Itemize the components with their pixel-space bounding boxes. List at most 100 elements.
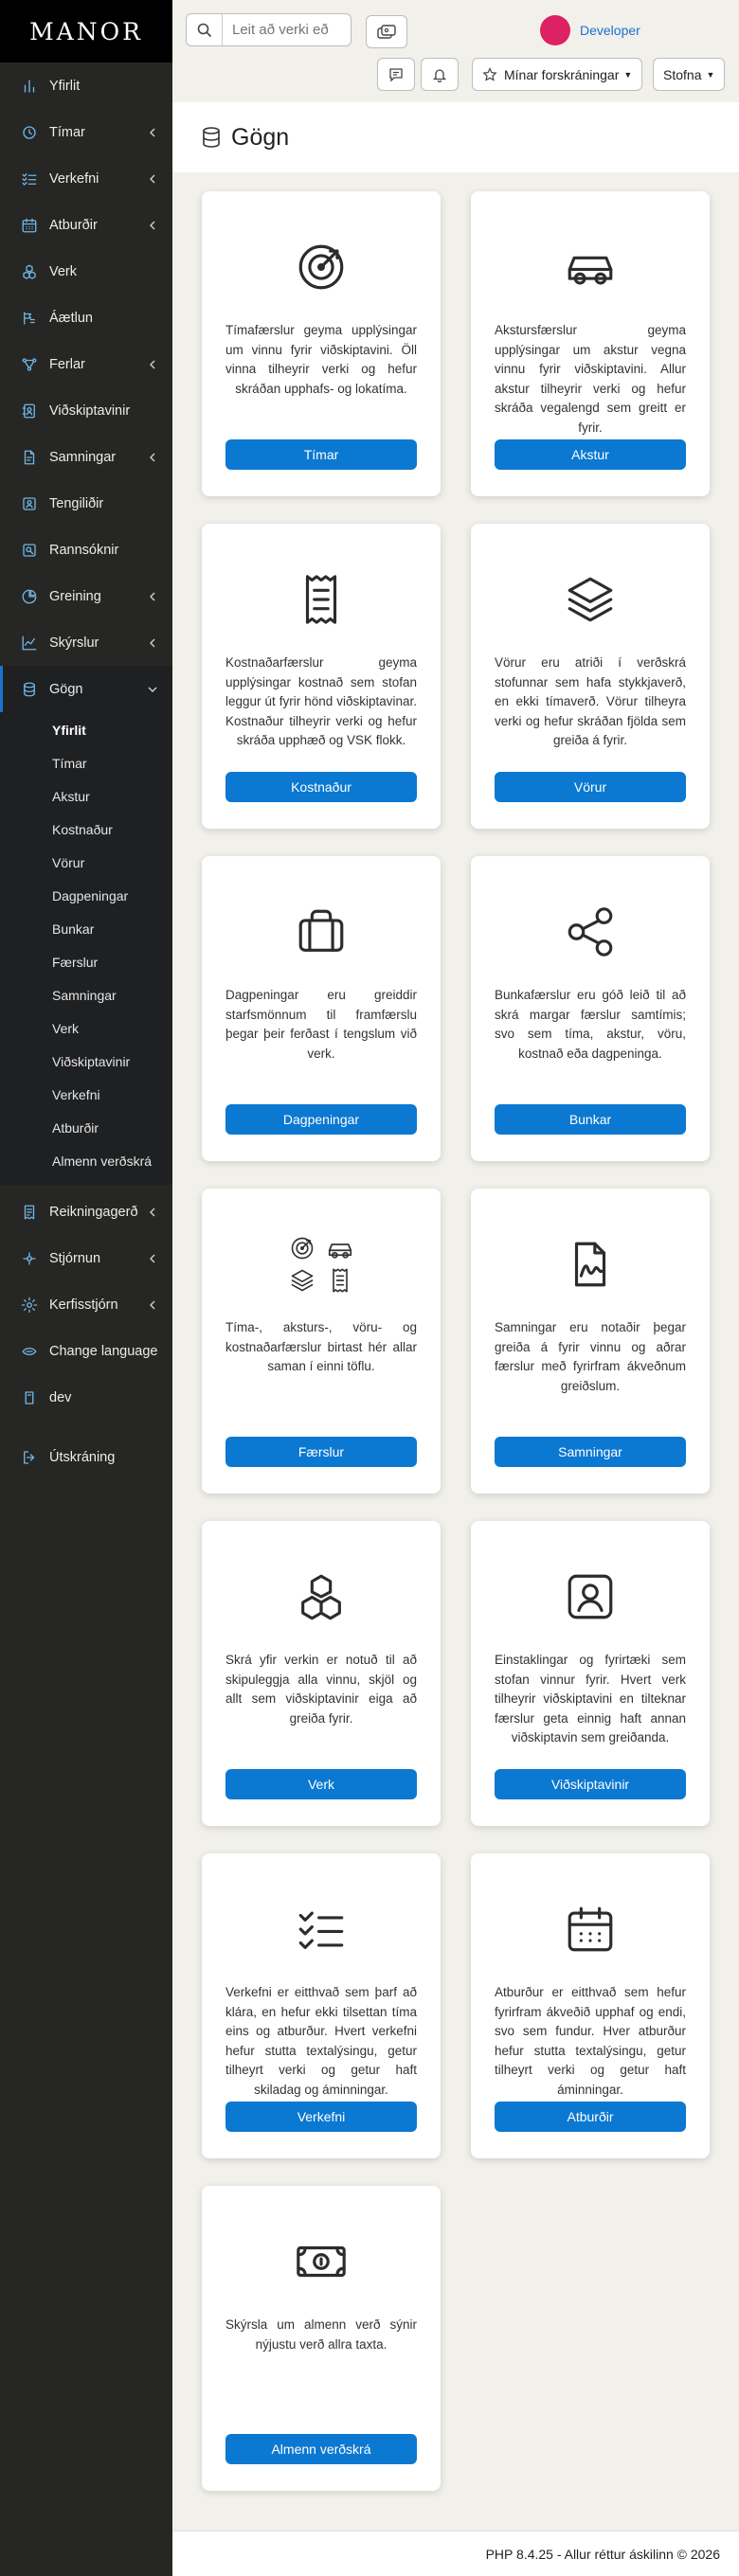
subnav-item[interactable]: Vörur [0, 846, 172, 879]
create-label: Stofna [663, 66, 702, 82]
sidebar-item-greining[interactable]: Greining [0, 573, 172, 619]
card-button[interactable]: Dagpeningar [225, 1104, 417, 1135]
card-button[interactable]: Tímar [225, 439, 417, 470]
card-description: Tímafærslur geyma upplýsingar um vinnu f… [225, 323, 417, 396]
app-logo[interactable]: MANOR [0, 0, 172, 63]
data-card: Skrá yfir verkin er notuð til að skipule… [202, 1521, 441, 1826]
sidebar-item-label: Gögn [49, 681, 83, 697]
sidebar-item-label: Viðskiptavinir [49, 402, 131, 419]
user-name[interactable]: Developer [580, 23, 640, 38]
card-button[interactable]: Færslur [225, 1437, 417, 1467]
sidebar-item-sky-rslur[interactable]: Skýrslur [0, 619, 172, 666]
sidebar-item-stjo-rnun[interactable]: Stjórnun [0, 1235, 172, 1281]
sidebar-item-dev[interactable]: dev [0, 1374, 172, 1421]
card-button[interactable]: Kostnaður [225, 772, 417, 802]
sidebar-item-reikningager[interactable]: Reikningagerð [0, 1189, 172, 1235]
page-header: Gögn [172, 102, 739, 172]
messages-button[interactable] [377, 58, 415, 91]
sidebar-item-a-tlun[interactable]: Áætlun [0, 295, 172, 341]
sidebar-item-tengili-ir[interactable]: Tengiliðir [0, 480, 172, 527]
database-icon [24, 682, 35, 696]
card-button[interactable]: Vörur [495, 772, 686, 802]
card-description: Samningar eru notaðir þegar greiða á fyr… [495, 1320, 686, 1393]
line-chart-icon-wrap [21, 635, 38, 652]
list-check-icon [298, 1911, 344, 1949]
sidebar-item-verk[interactable]: Verk [0, 248, 172, 295]
workflow-icon-wrap [21, 356, 38, 373]
subnav-item[interactable]: Verk [0, 1011, 172, 1045]
subnav-item[interactable]: Dagpeningar [0, 879, 172, 912]
subnav-item[interactable]: Færslur [0, 945, 172, 978]
database-icon-wrap [21, 681, 38, 698]
subnav-item[interactable]: Akstur [0, 779, 172, 813]
subnav-item[interactable]: Viðskiptavinir [0, 1045, 172, 1078]
sidebar-item-atbur-ir[interactable]: Atburðir [0, 202, 172, 248]
notifications-button[interactable] [421, 58, 459, 91]
sidebar-item-kerfisstjo-rn[interactable]: Kerfisstjórn [0, 1281, 172, 1328]
logout-icon-wrap [21, 1449, 38, 1466]
card-button[interactable]: Atburðir [495, 2102, 686, 2132]
caret-down-icon: ▼ [623, 69, 633, 80]
avatar[interactable] [540, 15, 570, 45]
layers-icon [568, 577, 613, 622]
card-description: Dagpeningar eru greiddir starfsmönnum ti… [225, 988, 417, 1061]
sidebar-item-samningar[interactable]: Samningar [0, 434, 172, 480]
list-check-icon [22, 172, 37, 186]
sidebar-item-label: dev [49, 1389, 72, 1405]
subnav-item[interactable]: Almenn verðskrá [0, 1144, 172, 1177]
address-book-icon [22, 403, 35, 418]
data-card: Atburður er eitthvað sem hefur fyrirfram… [471, 1853, 710, 2158]
subnav-item[interactable]: Samningar [0, 978, 172, 1011]
share-icon [568, 907, 613, 957]
contract-icon-wrap [21, 449, 38, 466]
chevron-left-icon [150, 1254, 155, 1262]
sidebar-item-ferlar[interactable]: Ferlar [0, 341, 172, 387]
sidebar-item-u-tskra-ning[interactable]: Útskráning [0, 1434, 172, 1480]
subnav-item[interactable]: Verkefni [0, 1078, 172, 1111]
plan-icon-wrap [21, 310, 38, 327]
search-box [186, 13, 351, 46]
create-dropdown[interactable]: Stofna ▼ [653, 58, 726, 91]
subnav-item[interactable]: Bunkar [0, 912, 172, 945]
sidebar-item-label: Atburðir [49, 217, 98, 233]
card-icon [202, 571, 441, 628]
search-icon [197, 23, 211, 37]
cards-button[interactable] [366, 15, 407, 48]
subnav-item[interactable]: Kostnaður [0, 813, 172, 846]
subnav-item[interactable]: Tímar [0, 746, 172, 779]
card-button[interactable]: Akstur [495, 439, 686, 470]
card-button[interactable]: Almenn verðskrá [225, 2434, 417, 2464]
line-chart-icon [22, 635, 37, 650]
dashboard-icon-wrap [21, 78, 38, 95]
card-button[interactable]: Viðskiptavinir [495, 1769, 686, 1799]
sidebar-item-label: Yfirlit [49, 78, 81, 94]
data-card: Tíma-, aksturs-, vöru- og kostnaðarfærsl… [202, 1189, 441, 1494]
card-icon [202, 239, 441, 295]
sidebar-item-rannso-knir[interactable]: Rannsóknir [0, 527, 172, 573]
card-button[interactable]: Verk [225, 1769, 417, 1799]
card-button[interactable]: Bunkar [495, 1104, 686, 1135]
gogn-subnav: Yfirlit Tímar Akstur Kostnaður Vörur Dagpenin… [0, 712, 172, 1185]
sidebar-item-yfirlit[interactable]: Yfirlit [0, 63, 172, 109]
calendar-icon-wrap [21, 217, 38, 234]
data-card: Einstaklingar og fyrirtæki sem stofan vi… [471, 1521, 710, 1826]
sidebar-item-ti-mar[interactable]: Tímar [0, 109, 172, 155]
search-button[interactable] [187, 14, 223, 45]
sidebar-item-change-language[interactable]: Change language [0, 1328, 172, 1374]
sidebar-item-label: Samningar [49, 449, 117, 465]
sidebar-item-vi-skiptavinir[interactable]: Viðskiptavinir [0, 387, 172, 434]
search-input[interactable] [223, 22, 346, 38]
sidebar-item-verkefni[interactable]: Verkefni [0, 155, 172, 202]
card-description: Verkefni er eitthvað sem þarf að klára, … [225, 1985, 417, 2097]
calendar-icon [568, 1906, 613, 1952]
card-button[interactable]: Verkefni [225, 2102, 417, 2132]
calendar-icon [22, 218, 37, 232]
favorites-dropdown[interactable]: Mínar forskráningar ▼ [472, 58, 643, 91]
contract-doc-icon [574, 1242, 606, 1287]
chevron-left-icon [150, 174, 155, 183]
subnav-item[interactable]: Atburðir [0, 1111, 172, 1144]
card-button[interactable]: Samningar [495, 1437, 686, 1467]
subnav-item[interactable]: Yfirlit [0, 713, 172, 746]
card-description: Skýrsla um almenn verð sýnir nýjustu ver… [225, 2317, 417, 2352]
sidebar-item-go-gn[interactable]: Gögn [0, 666, 172, 712]
